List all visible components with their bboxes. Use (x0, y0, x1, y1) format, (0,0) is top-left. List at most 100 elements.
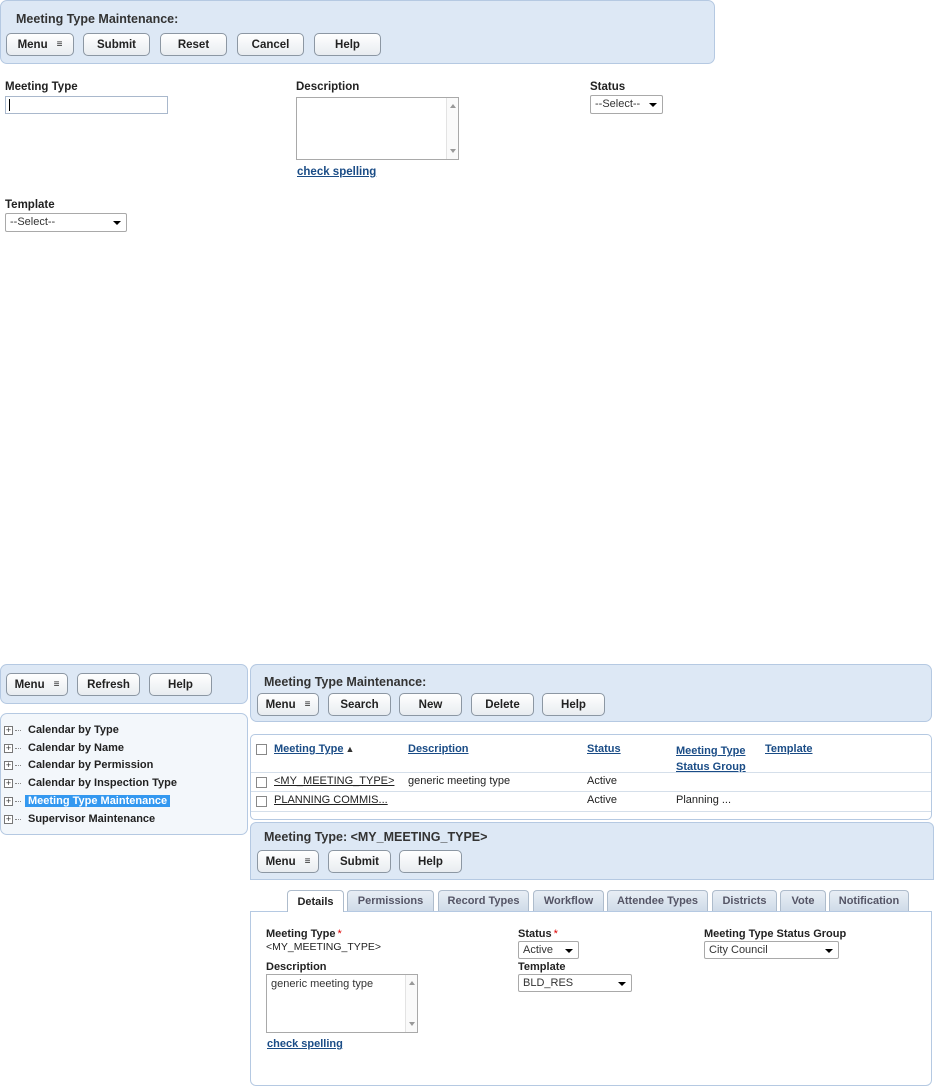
search-button[interactable]: Search (328, 693, 391, 716)
status-select[interactable]: --Select-- (590, 95, 663, 114)
expand-icon[interactable]: + (4, 814, 13, 824)
detail-meeting-type-label: Meeting Type * (266, 928, 342, 940)
row-meeting-type-link[interactable]: <MY_MEETING_TYPE> (274, 775, 394, 787)
description-textarea[interactable] (296, 97, 459, 160)
tree-item-label: Calendar by Permission (28, 759, 154, 771)
menu-dropdown-icon: ≡ (304, 856, 311, 867)
tab-record-types[interactable]: Record Types (438, 890, 529, 911)
chevron-down-icon (113, 221, 121, 225)
help-button[interactable]: Help (314, 33, 381, 56)
nav-help-button[interactable]: Help (149, 673, 212, 696)
row-checkbox[interactable] (256, 777, 267, 788)
field-label: Meeting Type (266, 928, 336, 940)
reset-button[interactable]: Reset (160, 33, 227, 56)
column-header-meeting-type[interactable]: Meeting Type ▲ (274, 743, 354, 755)
detail-template-select[interactable]: BLD_RES (518, 974, 632, 992)
row-divider (251, 811, 931, 812)
expand-icon[interactable]: + (4, 778, 13, 788)
meeting-type-input[interactable] (5, 96, 168, 114)
tree-item-calendar-by-type[interactable]: + Calendar by Type (4, 722, 122, 738)
detail-help-button[interactable]: Help (399, 850, 462, 873)
tree-item-calendar-by-permission[interactable]: + Calendar by Permission (4, 757, 156, 773)
tree-item-calendar-by-name[interactable]: + Calendar by Name (4, 740, 127, 756)
column-header-label: Meeting Type (274, 743, 344, 755)
sort-ascending-icon: ▲ (345, 744, 355, 754)
scroll-up-icon (450, 104, 456, 108)
detail-template-label: Template (518, 961, 566, 973)
row-meeting-type-link[interactable]: PLANNING COMMIS... (274, 794, 388, 806)
detail-menu-button[interactable]: Menu ≡ (257, 850, 319, 873)
list-menu-label: Menu (265, 698, 296, 711)
detail-check-spelling-link[interactable]: check spelling (267, 1038, 343, 1050)
row-status: Active (587, 794, 617, 806)
detail-meeting-type-value: <MY_MEETING_TYPE> (266, 941, 381, 953)
expand-icon[interactable]: + (4, 725, 13, 735)
column-header-status-group[interactable]: Meeting Type Status Group (676, 743, 746, 775)
required-marker: * (553, 928, 558, 940)
expand-icon[interactable]: + (4, 796, 13, 806)
list-help-button[interactable]: Help (542, 693, 605, 716)
delete-button[interactable]: Delete (471, 693, 534, 716)
tree-item-label-selected: Meeting Type Maintenance (25, 795, 171, 807)
textarea-scrollbar[interactable] (405, 975, 417, 1032)
tab-districts[interactable]: Districts (712, 890, 777, 911)
tree-connector (15, 747, 21, 749)
list-title: Meeting Type Maintenance: (264, 675, 427, 689)
tab-details[interactable]: Details (287, 890, 344, 912)
detail-menu-label: Menu (265, 855, 296, 868)
nav-menu-button[interactable]: Menu ≡ (6, 673, 68, 696)
template-label: Template (5, 199, 55, 211)
list-toolbar-panel: Meeting Type Maintenance: Menu ≡ Search N… (250, 664, 932, 722)
detail-submit-button[interactable]: Submit (328, 850, 391, 873)
submit-button[interactable]: Submit (83, 33, 150, 56)
tree-item-label: Calendar by Inspection Type (28, 777, 177, 789)
detail-description-textarea[interactable]: generic meeting type (266, 974, 418, 1033)
menu-dropdown-icon: ≡ (56, 39, 63, 50)
template-select-value: BLD_RES (523, 977, 574, 989)
detail-status-group-select[interactable]: City Council (704, 941, 839, 959)
menu-dropdown-icon: ≡ (53, 679, 60, 690)
column-header-status[interactable]: Status (587, 743, 621, 755)
column-header-template[interactable]: Template (765, 743, 812, 755)
tree-item-supervisor-maintenance[interactable]: + Supervisor Maintenance (4, 811, 158, 827)
tree-item-label: Calendar by Name (28, 742, 124, 754)
row-divider (251, 772, 931, 773)
description-label: Description (296, 81, 360, 93)
field-label: Status (518, 928, 552, 940)
menu-button-label: Menu (17, 38, 48, 51)
column-header-label: Meeting Type (676, 745, 746, 757)
tab-notification[interactable]: Notification (829, 890, 909, 911)
refresh-button[interactable]: Refresh (77, 673, 140, 696)
row-status: Active (587, 775, 617, 787)
column-header-description[interactable]: Description (408, 743, 469, 755)
required-marker: * (337, 928, 342, 940)
tree-item-meeting-type-maintenance[interactable]: + Meeting Type Maintenance (4, 793, 171, 809)
list-menu-button[interactable]: Menu ≡ (257, 693, 319, 716)
tab-workflow[interactable]: Workflow (533, 890, 604, 911)
tab-vote[interactable]: Vote (780, 890, 826, 911)
scroll-down-icon (450, 149, 456, 153)
tab-permissions[interactable]: Permissions (347, 890, 434, 911)
row-description: generic meeting type (408, 775, 511, 787)
detail-status-select[interactable]: Active (518, 941, 579, 959)
status-label: Status (590, 81, 626, 93)
expand-icon[interactable]: + (4, 760, 13, 770)
expand-icon[interactable]: + (4, 743, 13, 753)
menu-button[interactable]: Menu ≡ (6, 33, 74, 56)
check-spelling-link[interactable]: check spelling (297, 166, 376, 178)
select-all-checkbox[interactable] (256, 744, 267, 755)
top-toolbar-panel: Meeting Type Maintenance: Menu ≡ Submit R… (0, 0, 715, 64)
tab-attendee-types[interactable]: Attendee Types (607, 890, 708, 911)
row-checkbox[interactable] (256, 796, 267, 807)
tree-item-calendar-by-inspection-type[interactable]: + Calendar by Inspection Type (4, 775, 180, 791)
menu-dropdown-icon: ≡ (304, 699, 311, 710)
chevron-down-icon (565, 949, 573, 953)
cancel-button[interactable]: Cancel (237, 33, 304, 56)
status-group-select-value: City Council (709, 944, 768, 956)
meeting-type-grid: Meeting Type ▲ Description Status Meeting… (250, 734, 932, 820)
description-text: generic meeting type (271, 978, 374, 990)
new-button[interactable]: New (399, 693, 462, 716)
template-select[interactable]: --Select-- (5, 213, 127, 232)
textarea-scrollbar[interactable] (446, 98, 458, 159)
nav-toolbar-panel: Menu ≡ Refresh Help (0, 664, 248, 704)
